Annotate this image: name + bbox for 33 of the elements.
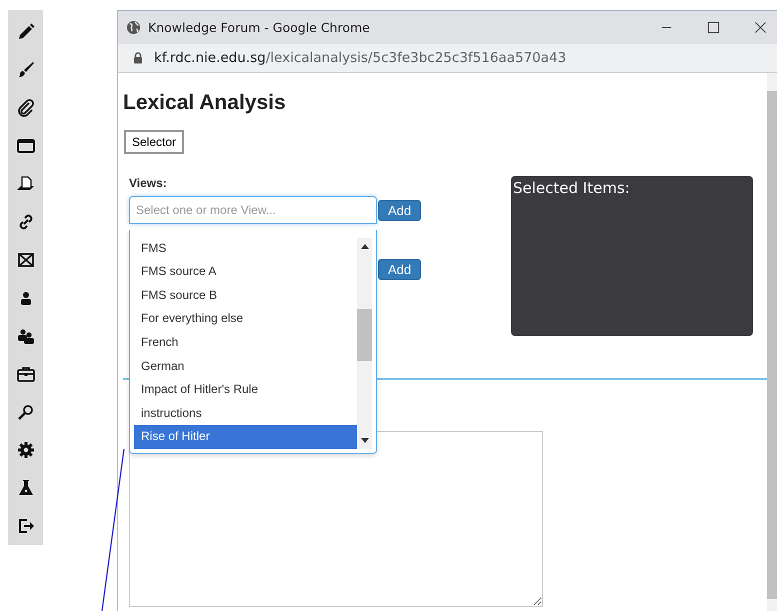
selector-button[interactable]: Selector	[124, 130, 184, 154]
dropdown-option[interactable]: FMS source B	[134, 284, 357, 308]
briefcase-icon[interactable]	[16, 364, 36, 384]
paperclip-icon[interactable]	[16, 98, 36, 118]
settings-icon[interactable]	[16, 440, 36, 460]
maximize-icon[interactable]	[707, 21, 720, 34]
add-button[interactable]: Add	[378, 200, 422, 220]
add-button[interactable]: Add	[378, 259, 422, 280]
dropdown-option[interactable]: German	[134, 354, 357, 378]
text-area[interactable]	[129, 431, 543, 607]
scrollbar[interactable]	[357, 238, 372, 449]
views-label: Views:	[129, 176, 168, 190]
globe-icon	[126, 20, 141, 35]
lock-icon	[133, 52, 143, 64]
panel-title: Selected Items:	[512, 178, 631, 199]
scroll-up-arrow[interactable]	[360, 244, 368, 249]
dropdown-option[interactable]: French	[134, 331, 357, 355]
scrollbar-thumb[interactable]	[357, 309, 372, 361]
scroll-down-arrow[interactable]	[360, 438, 368, 443]
search-icon[interactable]	[16, 402, 36, 422]
dropdown-option[interactable]: Impact of Hitler's Rule	[134, 378, 357, 402]
page-heading: Lexical Analysis	[123, 91, 286, 115]
crossed-box-icon[interactable]	[16, 250, 36, 270]
dropdown-option[interactable]: instructions	[134, 402, 357, 426]
views-field[interactable]: Select one or more View...	[129, 196, 377, 224]
dropdown-list[interactable]: FMS FMS source A FMS source B For everything else French German Impact of Hitler's Rule instructions Rise of Hitler	[129, 230, 377, 454]
window-icon[interactable]	[16, 136, 36, 156]
dropdown-option[interactable]: FMS source A	[134, 260, 357, 284]
dropdown-option[interactable]: FMS	[134, 236, 357, 260]
dropdown-option[interactable]: For everything else	[134, 307, 357, 332]
window-title: Knowledge Forum - Google Chrome	[148, 20, 370, 35]
dropdown-option[interactable]: Rise of Hitler	[134, 425, 357, 449]
close-icon[interactable]	[754, 21, 767, 34]
